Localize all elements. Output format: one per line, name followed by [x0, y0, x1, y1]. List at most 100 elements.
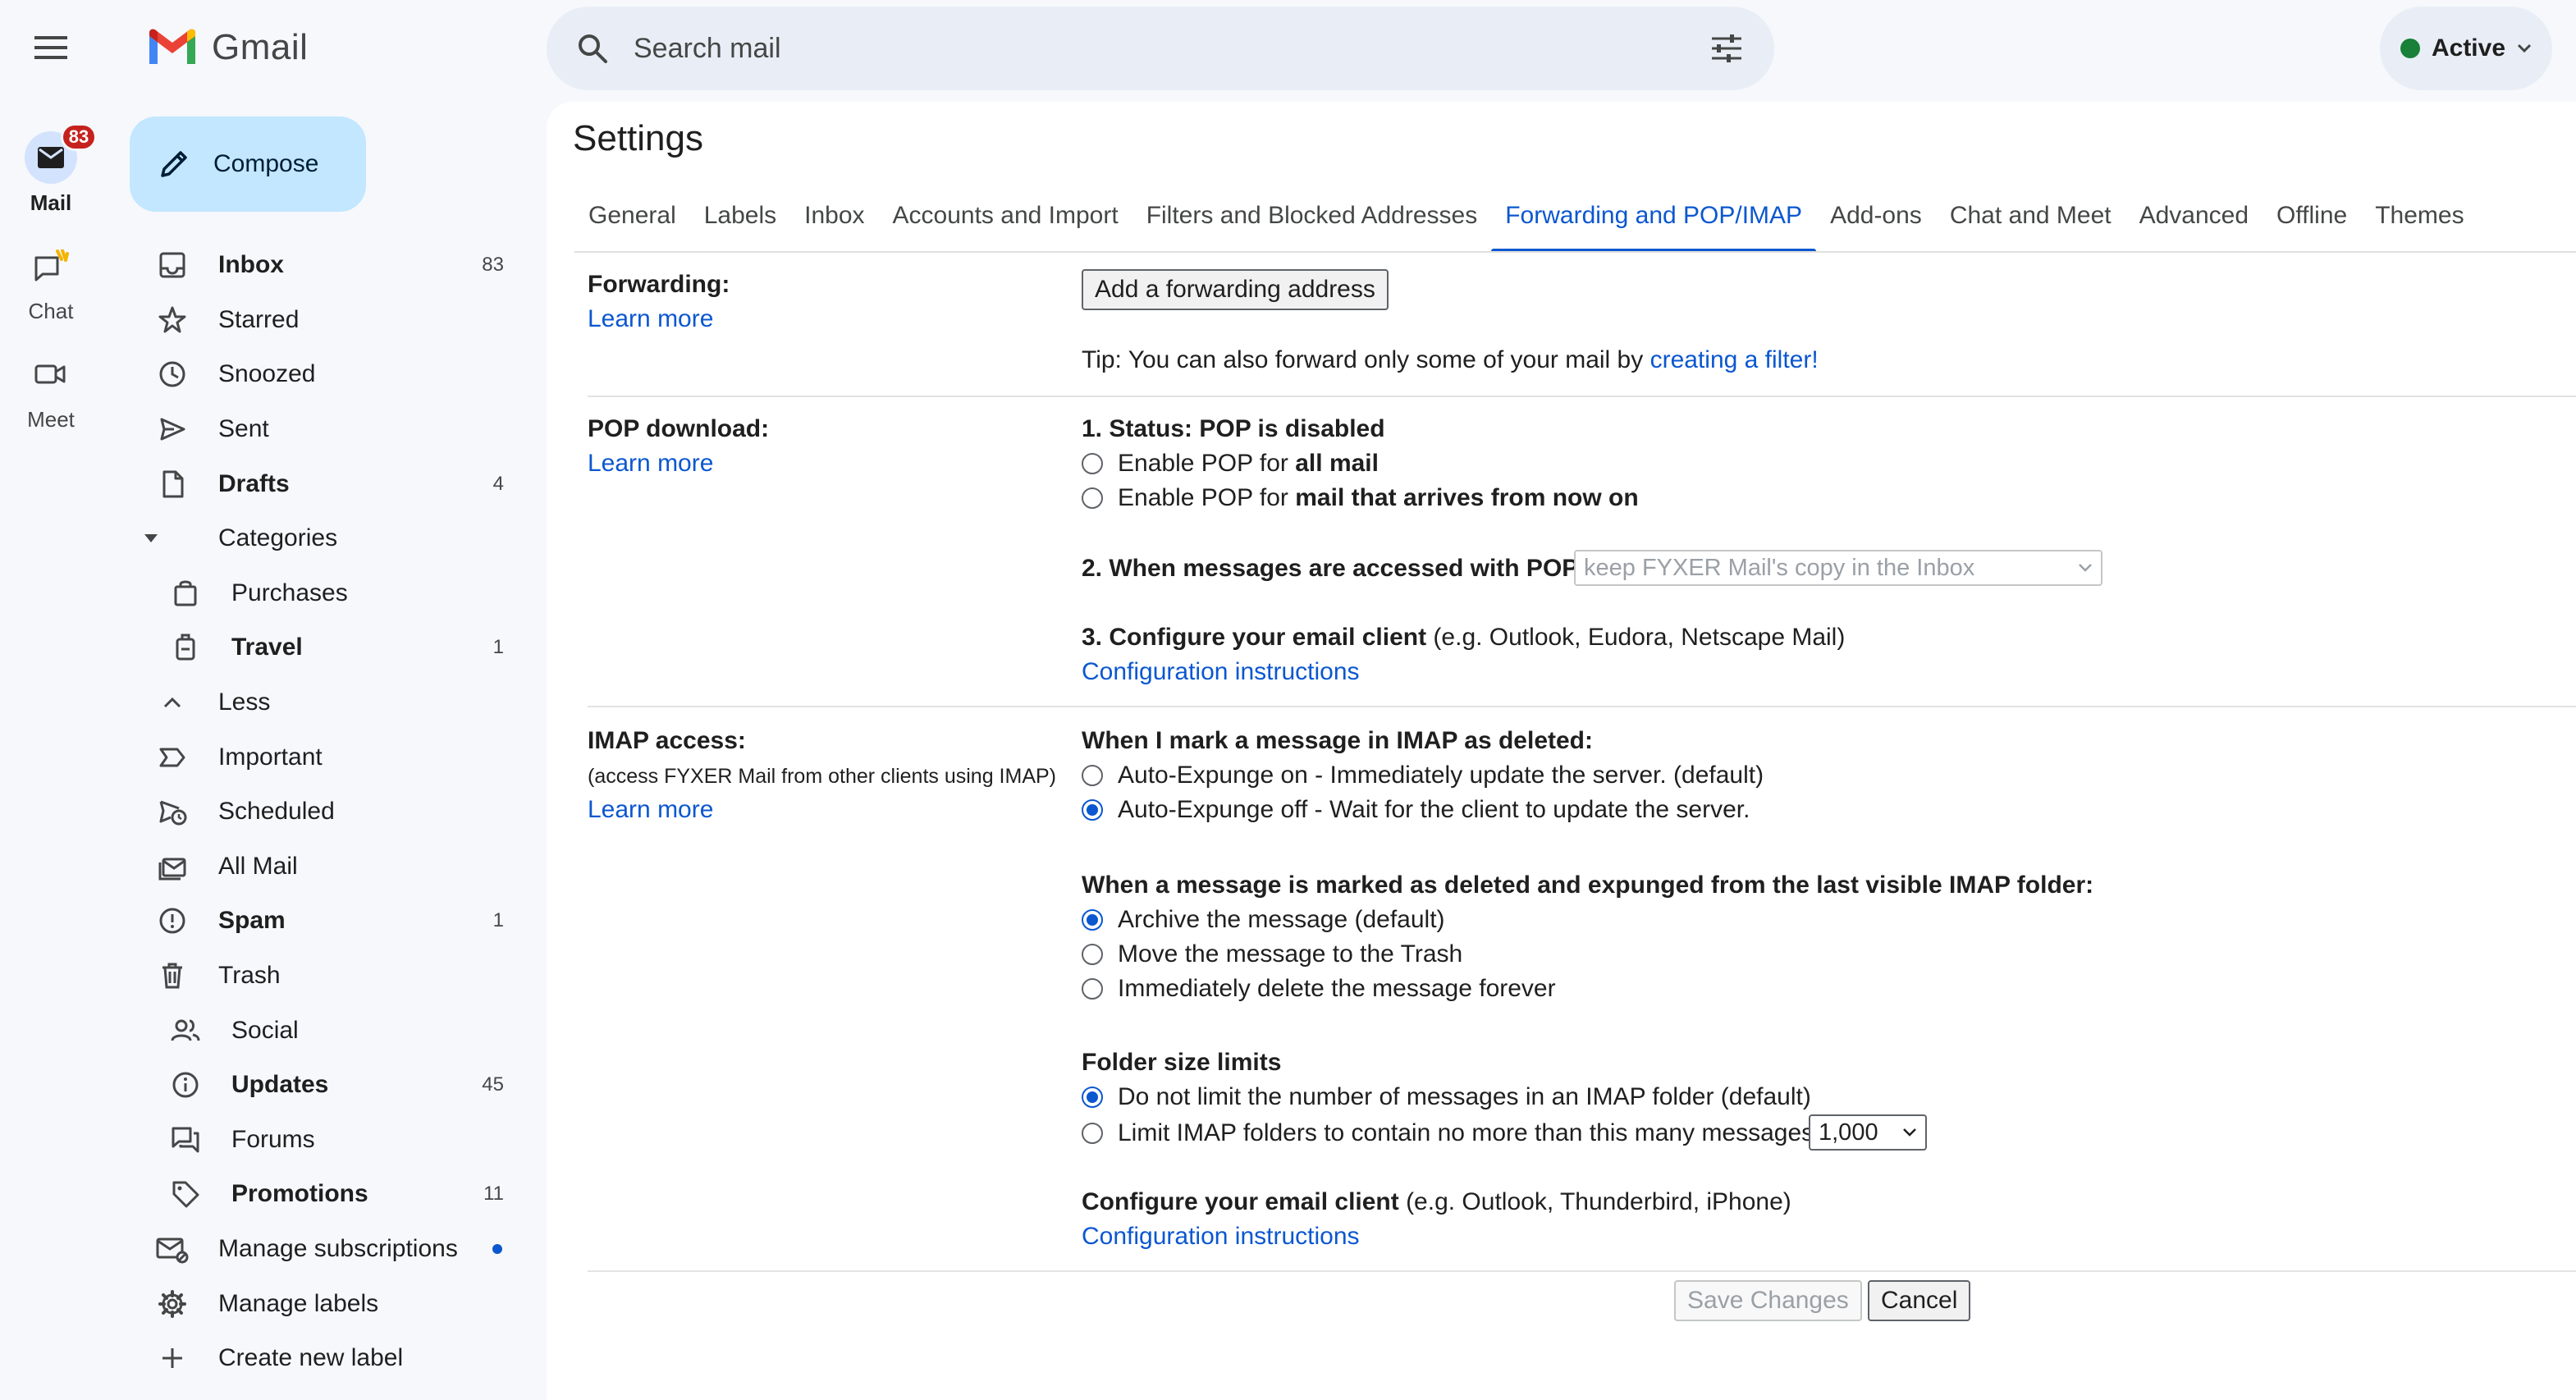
main-menu-button[interactable] [18, 15, 84, 80]
status-selector[interactable]: Active [2380, 7, 2552, 90]
folder-limit-select[interactable]: 1,000 [1809, 1114, 1927, 1151]
search-bar[interactable] [547, 7, 1774, 90]
tab-forwarding-and-pop-imap[interactable]: Forwarding and POP/IMAP [1491, 190, 1816, 253]
radio-button-selected[interactable] [1082, 1087, 1103, 1108]
imap-configure-client: Configure your email client (e.g. Outloo… [1082, 1188, 1791, 1215]
search-options-icon[interactable] [1709, 32, 1745, 65]
imap-configuration-instructions-link[interactable]: Configuration instructions [1082, 1223, 1360, 1251]
tab-offline[interactable]: Offline [2263, 190, 2361, 253]
rail-item-mail[interactable]: 83 Mail [0, 123, 102, 216]
pop-enable-new-mail-option[interactable]: Enable POP for mail that arrives from no… [1082, 484, 1639, 512]
search-icon[interactable] [576, 32, 609, 65]
tab-accounts-and-import[interactable]: Accounts and Import [879, 190, 1132, 253]
tab-filters-and-blocked-addresses[interactable]: Filters and Blocked Addresses [1132, 190, 1492, 253]
auto-expunge-on-option[interactable]: Auto-Expunge on - Immediately update the… [1082, 762, 1764, 789]
all-mail-icon [158, 858, 186, 881]
tabs-divider [574, 251, 2576, 253]
nav-item-categories[interactable]: Categories [110, 511, 537, 566]
nav-item-all-mail[interactable]: All Mail [110, 840, 537, 894]
mail-unread-badge: 83 [61, 123, 97, 151]
nav-item-important[interactable]: Important [110, 730, 537, 785]
label-important-icon [159, 748, 185, 767]
luggage-icon [176, 634, 195, 661]
pop-configure-client: 3. Configure your email client (e.g. Out… [1082, 624, 1846, 651]
chevron-down-icon [2079, 564, 2092, 572]
pop-access-label: 2. When messages are accessed with POP [1082, 555, 1579, 582]
cancel-button[interactable]: Cancel [1868, 1280, 1971, 1321]
chevron-up-icon [163, 697, 181, 708]
nav-item-forums[interactable]: Forums [110, 1113, 537, 1168]
forwarding-learn-more-link[interactable]: Learn more [588, 305, 713, 333]
add-forwarding-address-button[interactable]: Add a forwarding address [1082, 269, 1389, 310]
spam-icon [159, 908, 185, 934]
nav-item-drafts[interactable]: Drafts 4 [110, 456, 537, 511]
pop-configuration-instructions-link[interactable]: Configuration instructions [1082, 658, 1360, 686]
radio-button-selected[interactable] [1082, 799, 1103, 821]
pop-access-select[interactable]: keep FYXER Mail's copy in the Inbox [1574, 550, 2102, 586]
nav-item-less[interactable]: Less [110, 675, 537, 730]
pop-enable-all-mail-option[interactable]: Enable POP for all mail [1082, 450, 1379, 478]
radio-button-selected[interactable] [1082, 909, 1103, 931]
rail-label-mail: Mail [30, 190, 72, 215]
nav-item-snoozed[interactable]: Snoozed [110, 347, 537, 402]
imap-learn-more-link[interactable]: Learn more [588, 796, 713, 824]
trash-icon [162, 963, 182, 989]
promotions-count: 11 [483, 1183, 504, 1206]
auto-expunge-off-option[interactable]: Auto-Expunge off - Wait for the client t… [1082, 796, 1750, 824]
creating-a-filter-link[interactable]: creating a filter! [1650, 346, 1819, 373]
radio-button[interactable] [1082, 453, 1103, 474]
imap-subtitle: (access FYXER Mail from other clients us… [588, 765, 1056, 788]
tab-advanced[interactable]: Advanced [2125, 190, 2263, 253]
gear-icon [158, 1289, 186, 1318]
nav-item-sent[interactable]: Sent [110, 402, 537, 457]
search-input[interactable] [634, 32, 1709, 65]
limit-folder-option[interactable]: Limit IMAP folders to contain no more th… [1082, 1119, 1814, 1147]
tab-chat-and-meet[interactable]: Chat and Meet [1936, 190, 2125, 253]
video-camera-icon [34, 364, 66, 384]
nav-item-manage-labels[interactable]: Manage labels [110, 1276, 537, 1331]
compose-label: Compose [213, 150, 319, 177]
tab-general[interactable]: General [574, 190, 690, 253]
pop-learn-more-link[interactable]: Learn more [588, 450, 713, 478]
nav-item-inbox[interactable]: Inbox 83 [110, 238, 537, 293]
archive-message-option[interactable]: Archive the message (default) [1082, 906, 1445, 934]
forum-icon [172, 1127, 199, 1153]
folder-nav: Inbox 83 Starred Snoozed Sent Drafts 4 C… [110, 238, 537, 1385]
save-changes-button[interactable]: Save Changes [1674, 1280, 1862, 1321]
rail-item-chat[interactable]: Chat [0, 240, 102, 324]
radio-button[interactable] [1082, 765, 1103, 786]
shopping-bag-icon [174, 580, 197, 606]
nav-item-create-new-label[interactable]: Create new label [110, 1331, 537, 1386]
status-dot [2400, 39, 2420, 58]
tab-add-ons[interactable]: Add-ons [1816, 190, 1936, 253]
nav-item-spam[interactable]: Spam 1 [110, 894, 537, 949]
compose-button[interactable]: Compose [130, 117, 366, 212]
radio-button[interactable] [1082, 978, 1103, 1000]
subscriptions-icon [156, 1238, 189, 1264]
nav-item-starred[interactable]: Starred [110, 293, 537, 348]
pop-title: POP download: [588, 415, 770, 442]
send-icon [160, 418, 185, 441]
tab-labels[interactable]: Labels [690, 190, 790, 253]
delete-forever-option[interactable]: Immediately delete the message forever [1082, 975, 1556, 1003]
nav-item-social[interactable]: Social [110, 1003, 537, 1058]
scheduled-send-icon [159, 800, 187, 826]
nav-item-updates[interactable]: Updates 45 [110, 1058, 537, 1113]
nav-item-scheduled[interactable]: Scheduled [110, 785, 537, 840]
radio-button[interactable] [1082, 1123, 1103, 1144]
move-to-trash-option[interactable]: Move the message to the Trash [1082, 940, 1462, 968]
gmail-logo[interactable]: Gmail [146, 23, 308, 72]
nav-item-purchases[interactable]: Purchases [110, 566, 537, 621]
unread-dot [492, 1243, 502, 1254]
nav-item-manage-subscriptions[interactable]: Manage subscriptions [110, 1222, 537, 1277]
nav-item-promotions[interactable]: Promotions 11 [110, 1167, 537, 1222]
tab-inbox[interactable]: Inbox [790, 190, 878, 253]
tab-themes[interactable]: Themes [2361, 190, 2478, 253]
radio-button[interactable] [1082, 944, 1103, 965]
no-folder-limit-option[interactable]: Do not limit the number of messages in a… [1082, 1083, 1811, 1111]
nav-item-trash[interactable]: Trash [110, 949, 537, 1004]
chevron-down-icon [1903, 1128, 1916, 1137]
nav-item-travel[interactable]: Travel 1 [110, 620, 537, 675]
rail-item-meet[interactable]: Meet [0, 348, 102, 432]
radio-button[interactable] [1082, 487, 1103, 509]
